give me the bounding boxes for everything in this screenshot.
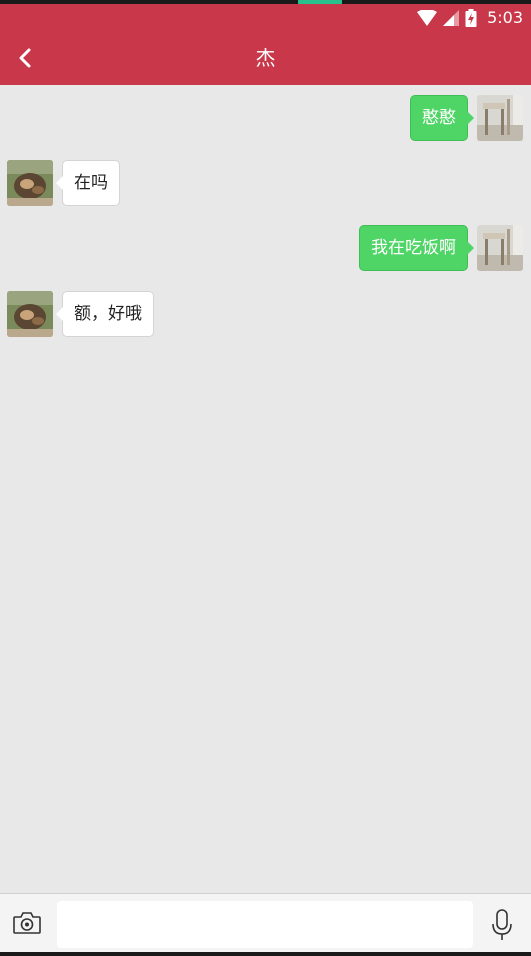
outgoing-message-bubble[interactable]: 憨憨: [410, 95, 474, 141]
status-icons: 5:03: [417, 7, 523, 29]
message-input[interactable]: [57, 901, 473, 948]
input-bar: [0, 893, 531, 956]
status-time: 5:03: [487, 8, 523, 27]
contact-avatar[interactable]: [7, 160, 53, 206]
microphone-icon: [492, 909, 512, 940]
chat-area[interactable]: 憨憨 在吗 我在吃饭啊 额，好哦: [0, 85, 531, 893]
battery-charging-icon: [465, 9, 477, 27]
system-bottom-line: [0, 952, 531, 956]
camera-button[interactable]: [13, 912, 43, 938]
wifi-icon: [417, 10, 438, 26]
microphone-button[interactable]: [490, 909, 514, 941]
app-bar: 杰: [0, 32, 531, 85]
cell-signal-icon: [443, 10, 460, 26]
incoming-message-bubble[interactable]: 额，好哦: [56, 291, 154, 337]
self-avatar[interactable]: [477, 95, 523, 141]
incoming-message-bubble[interactable]: 在吗: [56, 160, 120, 206]
status-bar: 5:03: [0, 4, 531, 32]
camera-icon: [13, 912, 41, 934]
chat-title: 杰: [255, 46, 276, 70]
contact-avatar[interactable]: [7, 291, 53, 337]
outgoing-message-bubble[interactable]: 我在吃饭啊: [359, 225, 474, 271]
self-avatar[interactable]: [477, 225, 523, 271]
